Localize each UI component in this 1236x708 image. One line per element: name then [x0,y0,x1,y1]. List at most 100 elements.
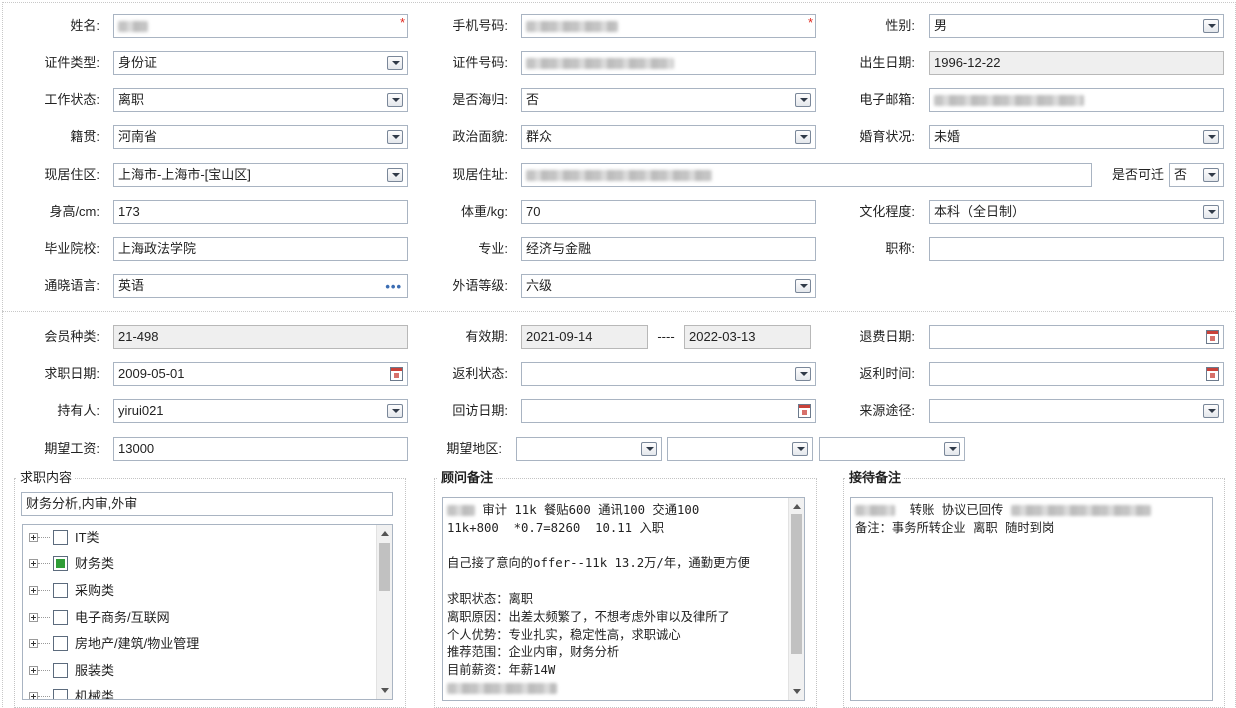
checkbox[interactable] [53,583,68,598]
lang-level-select[interactable]: 六级 [521,274,816,298]
holder-value: yirui021 [118,403,164,418]
dropdown-arrow-icon[interactable] [387,168,403,182]
work-status-value: 离职 [118,92,145,107]
expand-plus-icon[interactable] [29,586,38,595]
dropdown-arrow-icon[interactable] [387,404,403,418]
scroll-up-icon[interactable] [381,531,389,536]
expand-plus-icon[interactable] [29,639,38,648]
calendar-icon[interactable] [798,404,811,418]
marital-label: 婚育状况: [859,129,915,144]
work-status-select[interactable]: 离职 [113,88,408,112]
job-content-summary[interactable]: 财务分析,内审,外审 [21,492,393,516]
dropdown-arrow-icon[interactable] [795,130,811,144]
name-label: 姓名: [70,18,100,33]
scroll-up-icon[interactable] [793,504,801,509]
scroll-down-icon[interactable] [793,689,801,694]
advisor-notes-textarea[interactable]: 审计 11k 餐贴600 通讯100 交通100 11k+800 *0.7=826… [442,497,805,701]
refund-date-input[interactable] [929,325,1224,349]
dropdown-arrow-icon[interactable] [1203,205,1219,219]
id-type-select[interactable]: 身份证 [113,51,408,75]
dropdown-arrow-icon[interactable] [795,367,811,381]
tree-scrollbar[interactable] [376,525,392,699]
birth-field: 1996-12-22 [929,51,1224,75]
dropdown-arrow-icon[interactable] [1203,19,1219,33]
checkbox[interactable] [53,689,68,699]
language-input[interactable]: 英语 ••• [113,274,408,298]
checkbox[interactable] [53,663,68,678]
language-label: 通晓语言: [44,278,100,293]
region-province-select[interactable] [516,437,662,461]
returnee-label: 是否海归: [452,92,508,107]
more-dots-icon[interactable]: ••• [385,276,402,297]
expand-plus-icon[interactable] [29,613,38,622]
weight-input[interactable]: 70 [521,200,816,224]
email-input[interactable] [929,88,1224,112]
checkbox[interactable] [53,636,68,651]
dropdown-arrow-icon[interactable] [1203,130,1219,144]
scroll-thumb[interactable] [791,514,802,654]
redacted-text [447,505,475,516]
dropdown-arrow-icon[interactable] [387,93,403,107]
job-date-input[interactable]: 2009-05-01 [113,362,408,386]
dropdown-arrow-icon[interactable] [792,442,808,456]
expand-plus-icon[interactable] [29,533,38,542]
source-select[interactable] [929,399,1224,423]
name-input[interactable]: * [113,14,408,38]
res-addr-input[interactable] [521,163,1092,187]
dropdown-arrow-icon[interactable] [795,279,811,293]
school-input[interactable]: 上海政法学院 [113,237,408,261]
scroll-down-icon[interactable] [381,688,389,693]
native-select[interactable]: 河南省 [113,125,408,149]
redacted-text [855,505,895,516]
dropdown-arrow-icon[interactable] [1203,168,1219,182]
relocate-select[interactable]: 否 [1169,163,1224,187]
calendar-icon[interactable] [390,367,403,381]
scroll-thumb[interactable] [379,543,390,591]
job-category-tree[interactable]: IT类 财务类 采购类 电子商务/互联网 房地产/建筑/物业管理 服装类 机械类 [22,524,393,700]
education-select[interactable]: 本科（全日制） [929,200,1224,224]
dropdown-arrow-icon[interactable] [944,442,960,456]
native-value: 河南省 [118,129,158,144]
rebate-status-select[interactable] [521,362,816,386]
major-input[interactable]: 经济与金融 [521,237,816,261]
res-area-select[interactable]: 上海市-上海市-[宝山区] [113,163,408,187]
region-city-select[interactable] [667,437,813,461]
visit-date-input[interactable] [521,399,816,423]
returnee-select[interactable]: 否 [521,88,816,112]
salary-input[interactable]: 13000 [113,437,408,461]
expand-plus-icon[interactable] [29,559,38,568]
dropdown-arrow-icon[interactable] [387,130,403,144]
reception-notes-textarea[interactable]: 转账 协议已回传 备注：事务所转企业 离职 随时到岗 [850,497,1213,701]
dropdown-arrow-icon[interactable] [641,442,657,456]
birth-label: 出生日期: [859,55,915,70]
refund-date-label: 退费日期: [859,329,915,344]
id-no-label: 证件号码: [452,55,508,70]
dropdown-arrow-icon[interactable] [1203,404,1219,418]
notes-scrollbar[interactable] [788,498,804,700]
language-value: 英语 [118,278,145,293]
holder-select[interactable]: yirui021 [113,399,408,423]
member-type-label: 会员种类: [44,329,100,344]
phone-input[interactable]: * [521,14,816,38]
calendar-icon[interactable] [1206,330,1219,344]
id-no-input[interactable] [521,51,816,75]
gender-select[interactable]: 男 [929,14,1224,38]
validity-separator: ---- [657,329,675,344]
checkbox[interactable] [53,610,68,625]
calendar-icon[interactable] [1206,367,1219,381]
expand-plus-icon[interactable] [29,666,38,675]
dropdown-arrow-icon[interactable] [387,56,403,70]
member-type-field: 21-498 [113,325,408,349]
region-district-select[interactable] [819,437,965,461]
height-input[interactable]: 173 [113,200,408,224]
expand-plus-icon[interactable] [29,692,38,699]
political-value: 群众 [526,129,553,144]
advisor-notes-title: 顾问备注 [438,470,497,486]
rebate-time-input[interactable] [929,362,1224,386]
checkbox[interactable] [53,530,68,545]
political-select[interactable]: 群众 [521,125,816,149]
title-input[interactable] [929,237,1224,261]
checkbox-checked[interactable] [53,556,68,571]
dropdown-arrow-icon[interactable] [795,93,811,107]
marital-select[interactable]: 未婚 [929,125,1224,149]
